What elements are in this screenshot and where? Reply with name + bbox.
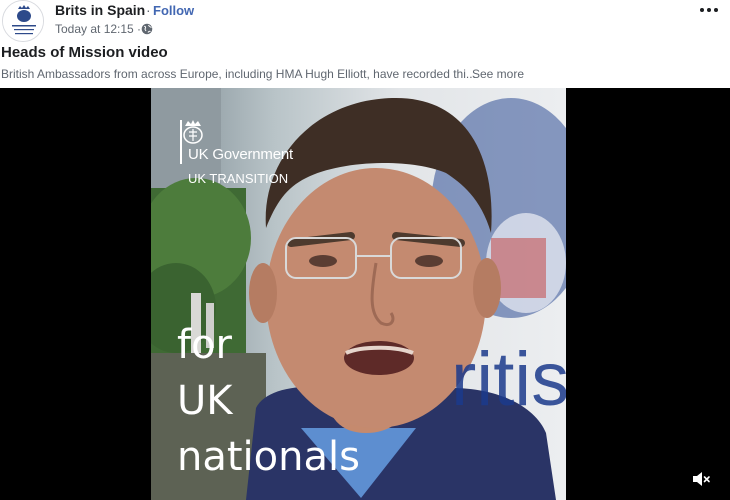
logo-title: UK Government xyxy=(188,146,293,163)
post-text: British Ambassadors from across Europe, … xyxy=(1,67,476,81)
globe-icon xyxy=(141,23,153,35)
video-frame[interactable]: UK Government UK TRANSITION ritis for UK… xyxy=(151,88,566,500)
post-header: Brits in Spain · Follow Today at 12:15 · xyxy=(0,0,730,42)
royal-crest-icon xyxy=(3,1,43,41)
speaker-muted-icon[interactable] xyxy=(690,468,712,490)
caption-line: for xyxy=(177,322,232,368)
logo-subtitle: UK TRANSITION xyxy=(188,171,289,186)
name-separator: · xyxy=(146,2,151,18)
caption-line: nationals xyxy=(177,434,360,480)
page-name-link[interactable]: Brits in Spain xyxy=(55,2,145,18)
video-player[interactable]: UK Government UK TRANSITION ritis for UK… xyxy=(0,88,730,500)
follow-button[interactable]: Follow xyxy=(153,3,194,18)
see-more-link[interactable]: See more xyxy=(472,67,524,81)
background-sign-text: ritis xyxy=(451,337,566,422)
caption-line: UK xyxy=(177,378,233,424)
more-options-icon[interactable] xyxy=(698,0,720,18)
post-timestamp[interactable]: Today at 12:15 · xyxy=(55,22,141,36)
post-title: Heads of Mission video xyxy=(1,44,168,61)
page-avatar[interactable] xyxy=(2,0,44,42)
